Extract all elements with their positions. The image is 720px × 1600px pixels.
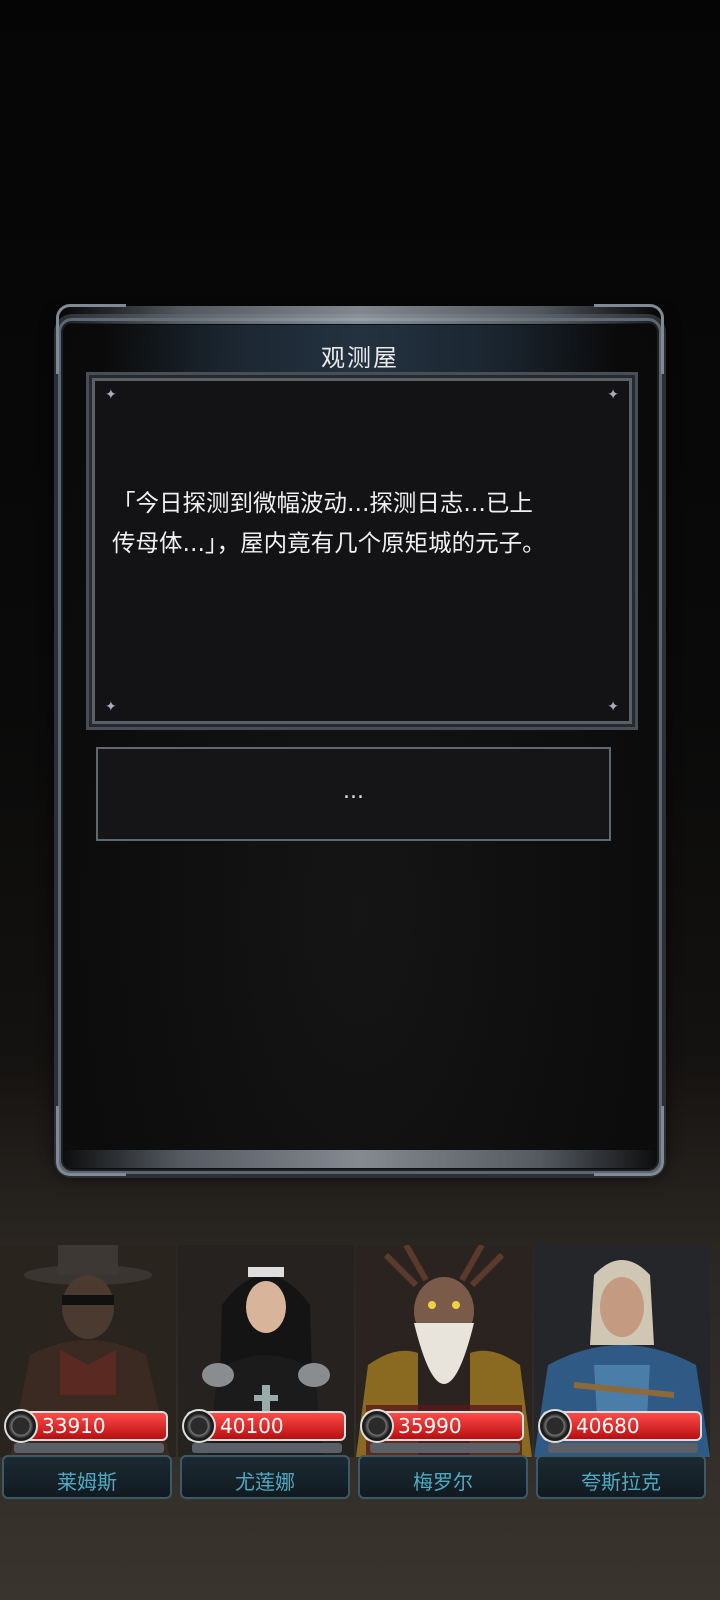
hp-bar: 35990: [360, 1409, 524, 1443]
party-member-4[interactable]: 40680 夸斯拉克: [534, 1245, 710, 1505]
sword-icon: [4, 1409, 38, 1443]
top-frame-ornament: [60, 306, 660, 324]
corner-ornament-br: [594, 1106, 664, 1176]
hero-name: 梅罗尔: [413, 1470, 473, 1494]
energy-bar: [14, 1443, 164, 1453]
party-member-1[interactable]: 33910 莱姆斯: [0, 1245, 176, 1505]
sparkle-icon: ✦: [607, 387, 619, 403]
name-plate: 尤莲娜: [180, 1455, 350, 1499]
name-plate: 莱姆斯: [2, 1455, 172, 1499]
story-line: 传母体...」，屋内竟有几个原矩城的元子。: [112, 529, 546, 557]
sparkle-icon: ✦: [607, 699, 619, 715]
name-plate: 夸斯拉克: [536, 1455, 706, 1499]
energy-bar: [192, 1443, 342, 1453]
sword-icon: [182, 1409, 216, 1443]
energy-bar: [370, 1443, 520, 1453]
hp-value: 33910: [42, 1414, 106, 1438]
sword-icon: [360, 1409, 394, 1443]
sparkle-icon: ✦: [105, 387, 117, 403]
name-plate: 梅罗尔: [358, 1455, 528, 1499]
hp-bar: 40680: [538, 1409, 702, 1443]
hero-name: 尤莲娜: [235, 1470, 295, 1494]
party-member-2[interactable]: 40100 尤莲娜: [178, 1245, 354, 1505]
sword-icon: [538, 1409, 572, 1443]
story-text: 「今日探测到微幅波动...探测日志...已上 传母体...」，屋内竟有几个原矩城…: [112, 483, 608, 563]
hero-name: 莱姆斯: [57, 1470, 117, 1494]
hp-bar: 33910: [4, 1409, 168, 1443]
hp-bar: 40100: [182, 1409, 346, 1443]
energy-bar: [548, 1443, 698, 1453]
hp-value: 40100: [220, 1414, 284, 1438]
hero-name: 夸斯拉克: [581, 1470, 661, 1494]
choice-button[interactable]: ...: [96, 747, 611, 841]
hp-value: 40680: [576, 1414, 640, 1438]
corner-ornament-bl: [56, 1106, 126, 1176]
dialog-title: 观测屋: [321, 344, 399, 372]
sparkle-icon: ✦: [105, 699, 117, 715]
bottom-frame-ornament: [60, 1150, 660, 1168]
story-line: 「今日探测到微幅波动...探测日志...已上: [112, 489, 533, 517]
choice-label: ...: [343, 779, 364, 804]
hp-value: 35990: [398, 1414, 462, 1438]
party-member-3[interactable]: 35990 梅罗尔: [356, 1245, 532, 1505]
